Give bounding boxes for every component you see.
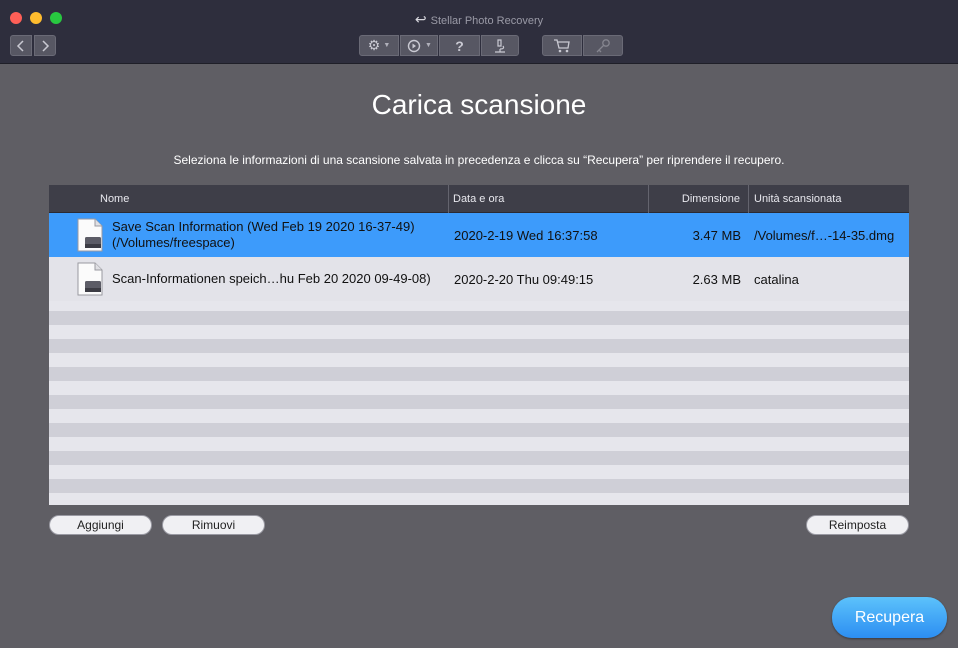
scan-button[interactable] [481,35,519,56]
remove-button[interactable]: Rimuovi [162,515,265,535]
reset-button[interactable]: Reimposta [806,515,909,535]
scan-unit-cell: catalina [754,271,799,287]
scan-volume: (/Volumes/freespace) [112,235,235,250]
chevron-right-icon [42,39,50,52]
history-icon [407,39,421,52]
column-header-date[interactable]: Data e ora [449,185,649,213]
add-button[interactable]: Aggiungi [49,515,152,535]
dropdown-caret-icon: ▼ [383,42,391,49]
page-subtitle: Seleziona le informazioni di una scansio… [173,153,785,167]
window-title-area: ↩ Stellar Photo Recovery [0,11,958,28]
column-header-name[interactable]: Nome [49,185,449,213]
scan-size-cell: 2.63 MB [692,271,741,287]
undo-arrow-icon: ↩ [414,11,427,27]
scan-size-cell: 3.47 MB [692,227,741,243]
column-header-size[interactable]: Dimensione [649,185,749,213]
back-button[interactable] [10,35,32,56]
scan-name-cell: Save Scan Information (Wed Feb 19 2020 1… [112,213,447,257]
microscope-icon [495,38,505,53]
buy-button[interactable] [542,35,582,56]
help-button[interactable]: ? [439,35,480,56]
table-header: Nome Data e ora Dimensione Unità scansio… [49,185,909,213]
settings-button[interactable]: ⚙ ▼ [359,35,399,56]
scan-file-icon [77,218,103,252]
gear-icon: ⚙ [367,37,381,53]
saved-scans-table: Nome Data e ora Dimensione Unità scansio… [49,185,909,505]
scan-name-cell: Scan-Informationen speich…hu Feb 20 2020… [112,271,431,286]
dropdown-caret-icon: ▼ [425,42,432,49]
chevron-left-icon [16,39,24,52]
key-icon [596,38,610,52]
recover-button[interactable]: Recupera [832,597,947,638]
column-header-unit[interactable]: Unità scansionata [749,185,909,213]
scan-date-cell: 2020-2-19 Wed 16:37:58 [454,227,598,243]
activate-button[interactable] [583,35,623,56]
table-row[interactable]: Scan-Informationen speich…hu Feb 20 2020… [49,257,909,301]
window-title: Stellar Photo Recovery [430,15,544,27]
file-cell [75,213,105,257]
scan-file-icon [77,262,103,296]
cart-icon [554,38,570,52]
scan-name: Save Scan Information (Wed Feb 19 2020 1… [112,219,415,234]
history-button[interactable]: ▼ [400,35,438,56]
scan-date-cell: 2020-2-20 Thu 09:49:15 [454,271,594,287]
page-title: Carica scansione [371,89,587,120]
question-icon: ? [455,37,464,54]
file-cell [75,257,105,301]
title-bar: ↩ Stellar Photo Recovery ⚙ ▼ ▼ ? [0,0,958,64]
forward-button[interactable] [34,35,56,56]
scan-unit-cell: /Volumes/f…-14-35.dmg [754,227,895,243]
table-row[interactable]: Save Scan Information (Wed Feb 19 2020 1… [49,213,909,257]
